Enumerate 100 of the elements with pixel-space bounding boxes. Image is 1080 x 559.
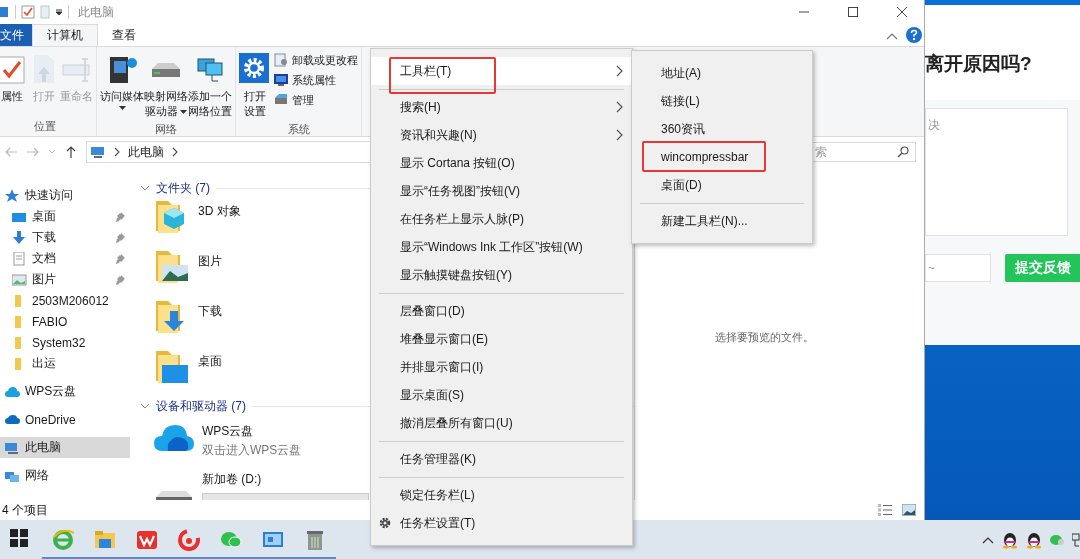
chevron-right-icon xyxy=(616,65,624,77)
group-label: 网络 xyxy=(154,122,178,137)
nav-item[interactable]: FABIO xyxy=(0,311,130,332)
item-label[interactable]: 图片 xyxy=(198,253,222,270)
computer-icon xyxy=(273,72,289,88)
nav-item[interactable]: 出运 xyxy=(0,353,130,374)
nav-item[interactable]: 快速访问 xyxy=(0,185,130,206)
nav-item[interactable]: 图片 xyxy=(0,269,130,290)
picture-icon xyxy=(12,272,27,287)
chevron-up-icon[interactable] xyxy=(982,535,994,544)
caret-icon xyxy=(55,8,63,16)
group-label: 系统 xyxy=(286,122,311,137)
menu-item[interactable]: 任务栏设置(T) xyxy=(371,509,632,537)
caret-icon xyxy=(118,106,126,110)
download-icon xyxy=(12,230,27,245)
menu-item[interactable]: 工具栏(T) xyxy=(371,57,632,85)
computer-icon xyxy=(90,145,106,159)
nav-item[interactable]: System32 xyxy=(0,332,130,353)
preview-message: 选择要预览的文件。 xyxy=(715,330,814,344)
menu-item[interactable]: 层叠窗口(D) xyxy=(371,297,632,325)
chevron-right-icon xyxy=(170,147,180,157)
penguin-icon[interactable] xyxy=(1002,530,1018,549)
ribbon-button[interactable]: 卸载或更改程 xyxy=(273,51,358,69)
thumbnail-view-icon[interactable] xyxy=(902,504,916,516)
menu-item[interactable]: 堆叠显示窗口(E) xyxy=(371,325,632,353)
folder-icon xyxy=(94,528,116,551)
menu-item[interactable]: 新建工具栏(N)... xyxy=(632,207,812,235)
trash-icon xyxy=(304,528,326,551)
menu-item[interactable]: 资讯和兴趣(N) xyxy=(371,121,632,149)
swirl-app-icon xyxy=(178,528,200,551)
menu-item[interactable]: 360资讯 xyxy=(632,115,812,143)
menu-item[interactable]: 地址(A) xyxy=(632,59,812,87)
item-label[interactable]: 桌面 xyxy=(198,353,222,370)
nav-item[interactable]: 2503M206012 xyxy=(0,290,130,311)
ribbon-button[interactable]: 管理 xyxy=(273,91,358,109)
program-icon xyxy=(273,52,289,68)
menu-item[interactable]: 显示“Windows Ink 工作区”按钮(W) xyxy=(371,233,632,261)
section-title: 文件夹 (7) xyxy=(156,179,210,197)
nav-item[interactable]: 桌面 xyxy=(0,206,130,227)
cloud-icon xyxy=(5,412,20,427)
nav-item[interactable]: 文档 xyxy=(0,248,130,269)
gear-icon xyxy=(379,517,391,529)
nav-item[interactable]: 下载 xyxy=(0,227,130,248)
ribbon-tab[interactable]: 查看 xyxy=(98,24,150,46)
menu-item[interactable]: 显示 Cortana 按钮(O) xyxy=(371,149,632,177)
menu-item[interactable]: 显示触摸键盘按钮(Y) xyxy=(371,261,632,289)
collapse-icon[interactable] xyxy=(886,32,898,40)
nav-item[interactable]: OneDrive xyxy=(0,409,130,430)
penguin-icon[interactable] xyxy=(1026,530,1042,549)
nav-item[interactable]: WPS云盘 xyxy=(0,381,130,402)
item-label[interactable]: WPS云盘 xyxy=(202,423,302,440)
ribbon-button[interactable]: 打开 设置 xyxy=(239,51,271,121)
details-view-icon[interactable] xyxy=(878,504,892,516)
ribbon-button[interactable]: 属性 xyxy=(0,51,28,106)
star-icon xyxy=(5,188,20,203)
item-label[interactable]: 下载 xyxy=(198,303,222,320)
dialog-title: 离开原因吗? xyxy=(925,5,1080,100)
up-icon[interactable] xyxy=(64,145,78,159)
ribbon-button[interactable]: 访问媒体 xyxy=(100,51,144,112)
ribbon-tab[interactable]: 文件 xyxy=(0,24,32,46)
caret-icon xyxy=(180,109,187,114)
nav-item[interactable]: 此电脑 xyxy=(0,437,130,458)
menu-item[interactable]: 在任务栏上显示人脉(P) xyxy=(371,205,632,233)
menu-item[interactable]: 撤消层叠所有窗口(U) xyxy=(371,409,632,437)
browser-icon xyxy=(52,528,74,551)
ribbon-tab[interactable]: 计算机 xyxy=(32,24,98,46)
ribbon-button[interactable]: 映射网络 驱动器 xyxy=(144,51,188,121)
chevron-icon[interactable] xyxy=(140,402,150,410)
menu-item[interactable]: 链接(L) xyxy=(632,87,812,115)
checklist-icon xyxy=(21,5,35,19)
app-icon xyxy=(0,5,10,19)
document-app-icon xyxy=(136,528,158,551)
menu-item[interactable]: 任务管理器(K) xyxy=(371,445,632,473)
page-icon xyxy=(40,5,50,19)
menu-item[interactable]: 显示“任务视图”按钮(V) xyxy=(371,177,632,205)
cloud-icon xyxy=(5,384,20,399)
item-subtitle: 双击进入WPS云盘 xyxy=(202,442,302,459)
chevron-right-icon xyxy=(616,101,624,113)
maximize-icon xyxy=(848,7,858,17)
cloud-icon[interactable] xyxy=(154,423,194,453)
close-icon xyxy=(897,7,907,17)
chevron-right-icon xyxy=(112,147,122,157)
search-icon xyxy=(897,146,909,158)
group-label: 位置 xyxy=(32,119,57,134)
menu-item[interactable]: 搜索(H) xyxy=(371,93,632,121)
menu-item[interactable]: 锁定任务栏(L) xyxy=(371,481,632,509)
ribbon-button[interactable]: 添加一个 网络位置 xyxy=(188,51,232,121)
network-icon[interactable] xyxy=(1072,532,1080,547)
nav-item[interactable]: 网络 xyxy=(0,465,130,486)
computer-icon xyxy=(5,440,20,455)
ribbon-button[interactable]: 系统属性 xyxy=(273,71,358,89)
section-title: 设备和驱动器 (7) xyxy=(156,397,246,415)
menu-item[interactable]: 并排显示窗口(I) xyxy=(371,353,632,381)
chevron-icon[interactable] xyxy=(140,184,150,192)
menu-item[interactable]: 桌面(D) xyxy=(632,171,812,199)
settings-icon xyxy=(239,53,271,85)
help-icon[interactable] xyxy=(906,27,922,43)
item-label[interactable]: 新加卷 (D:) xyxy=(202,471,369,488)
menu-item[interactable]: 显示桌面(S) xyxy=(371,381,632,409)
item-label[interactable]: 3D 对象 xyxy=(198,203,241,220)
